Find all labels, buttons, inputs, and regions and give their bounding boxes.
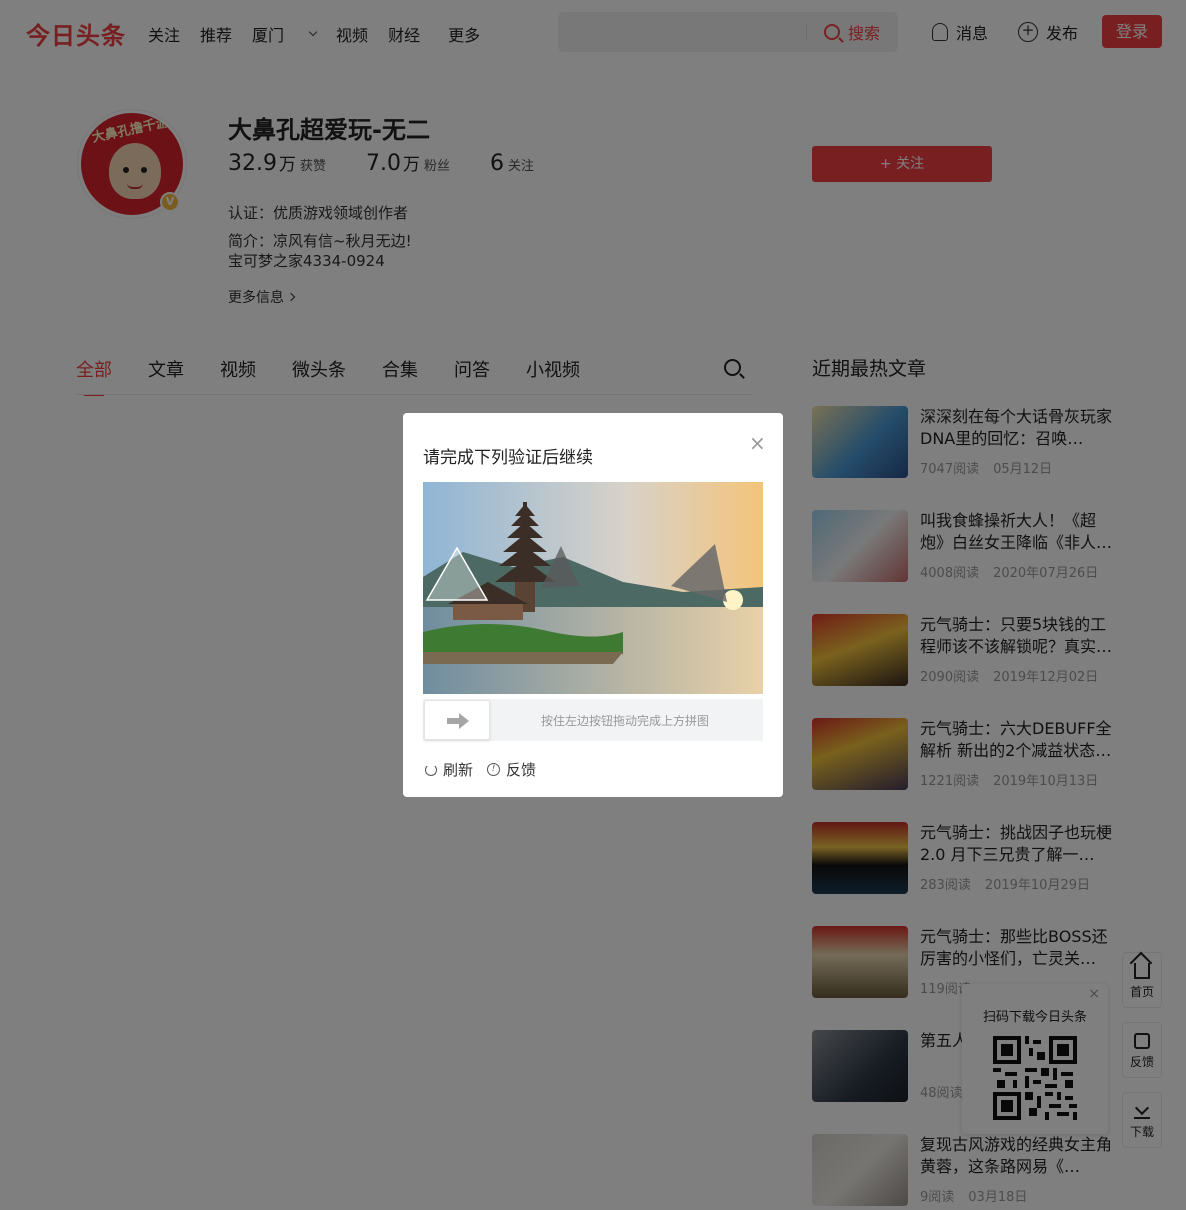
refresh-label: 刷新 [443,761,474,779]
captcha-actions: 刷新 ! 反馈 [425,759,550,780]
arrow-right-icon [447,713,469,729]
refresh-icon [425,763,437,776]
captcha-dialog: 请完成下列验证后继续 × 按住左边按钮拖动完成上方拼图 刷新 ! 反馈 [403,413,783,797]
feedback-button-label: 反馈 [506,761,537,779]
info-icon: ! [487,763,501,776]
captcha-slider-track: 按住左边按钮拖动完成上方拼图 [423,699,763,741]
refresh-button[interactable]: 刷新 [425,759,473,780]
feedback-button[interactable]: ! 反馈 [487,759,536,780]
captcha-title: 请完成下列验证后继续 [423,448,593,468]
close-icon[interactable]: × [749,433,766,453]
captcha-slider-handle[interactable] [424,700,490,740]
captcha-puzzle-image [423,482,763,694]
captcha-hint: 按住左边按钮拖动完成上方拼图 [540,714,709,728]
